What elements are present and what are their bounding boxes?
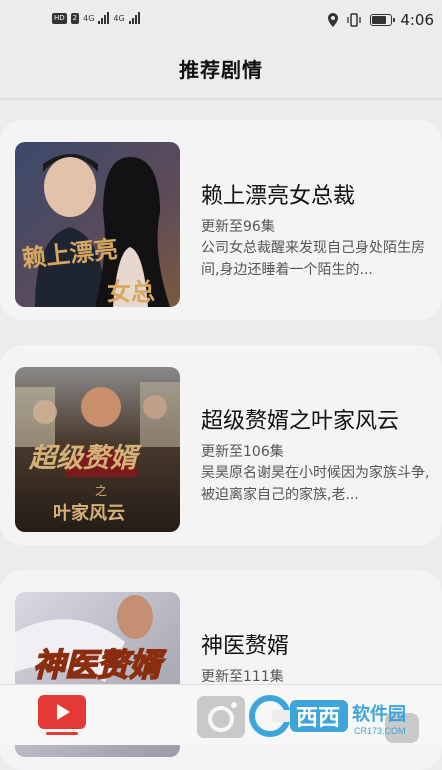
- cover-title-text: 神医赘婿: [33, 647, 167, 683]
- watermark-brand-text-2: 软件园: [352, 703, 406, 724]
- drama-episodes: 更新至111集: [201, 669, 284, 685]
- drama-cover-image[interactable]: 赖上漂亮 女总: [15, 142, 180, 307]
- network-type-1: 4G: [83, 13, 95, 23]
- drama-title[interactable]: 神医赘婿: [201, 628, 289, 660]
- watermark-logo: 西西 软件园 CR173.COM: [248, 694, 424, 738]
- signal-icon: [98, 12, 110, 24]
- video-tab-icon[interactable]: [36, 693, 88, 737]
- camera-tab-icon[interactable]: [196, 695, 246, 739]
- watermark-brand-text: 西西: [296, 705, 340, 730]
- system-indicators: 4:06: [328, 11, 434, 29]
- status-bar: HD 2 4G 4G 4:06: [0, 0, 442, 40]
- hd-badge: HD: [52, 12, 67, 24]
- location-icon: [328, 13, 339, 27]
- signal-icon: [128, 12, 140, 24]
- drama-title[interactable]: 赖上漂亮女总裁: [201, 178, 355, 210]
- cover-subtitle-text-2: 叶家风云: [53, 502, 125, 523]
- drama-card[interactable]: 超级赘婿 之 叶家风云 超级赘婿之叶家风云 更新至106集 吴昊原名谢昊在小时候…: [0, 345, 442, 545]
- drama-episodes: 更新至106集: [201, 444, 284, 460]
- network-type-2: 4G: [113, 13, 125, 23]
- drama-title[interactable]: 超级赘婿之叶家风云: [201, 403, 399, 435]
- cover-title-text: 超级赘婿: [28, 443, 142, 473]
- cover-title-text-2: 女总: [107, 278, 155, 306]
- watermark-site-text: CR173.COM: [354, 726, 406, 736]
- battery-icon: [370, 14, 396, 26]
- vibrate-icon: [347, 13, 361, 27]
- drama-episodes: 更新至96集: [201, 219, 275, 235]
- page-title: 推荐剧情: [179, 58, 263, 82]
- clock: 4:06: [400, 11, 434, 29]
- drama-description: 公司女总裁醒来发现自己身处陌生房间,身边还睡着一个陌生的...: [201, 240, 425, 278]
- cover-subtitle-text: 之: [95, 484, 107, 498]
- drama-cover-image[interactable]: 超级赘婿 之 叶家风云: [15, 367, 180, 532]
- network-indicators: HD 2 4G 4G: [52, 12, 140, 24]
- sim-badge: 2: [70, 12, 80, 24]
- drama-card[interactable]: 赖上漂亮 女总 赖上漂亮女总裁 更新至96集 公司女总裁醒来发现自己身处陌生房间…: [0, 120, 442, 320]
- drama-description: 吴昊原名谢昊在小时候因为家族斗争,被迫离家自己的家族,老...: [201, 465, 430, 503]
- header-divider: [0, 98, 442, 102]
